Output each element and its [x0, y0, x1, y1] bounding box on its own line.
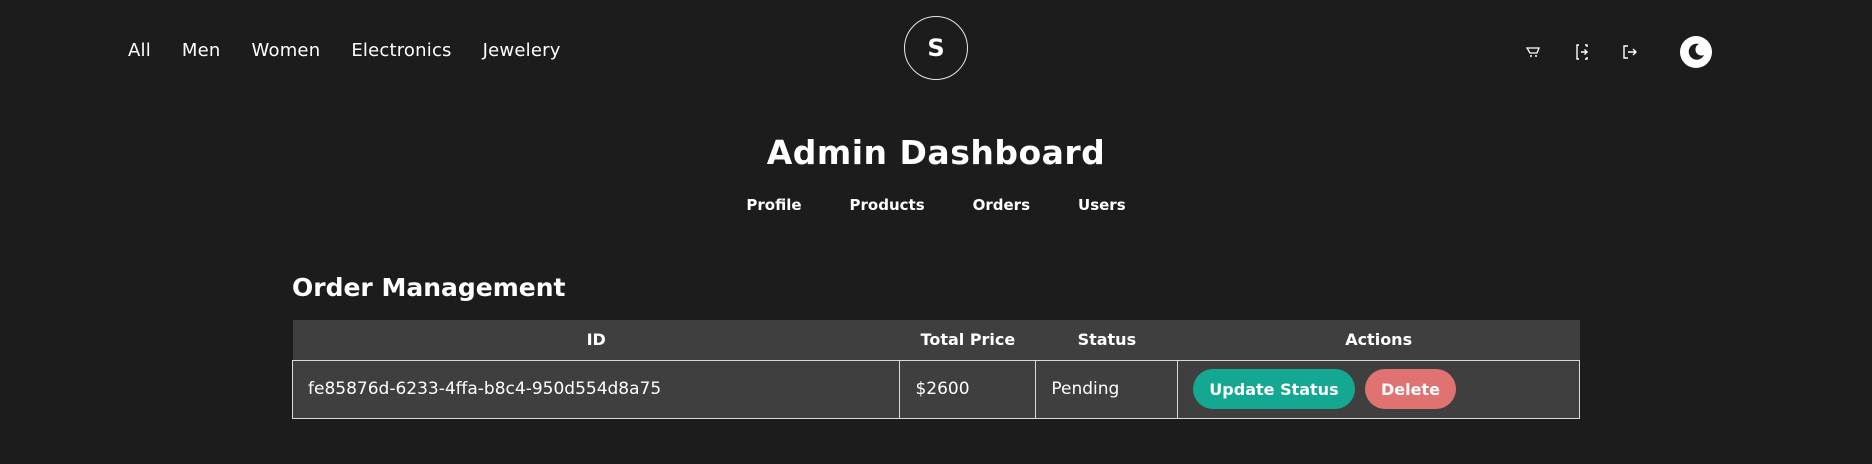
- dashboard-tab-users[interactable]: Users: [1078, 196, 1126, 214]
- category-link-women[interactable]: Women: [252, 40, 321, 61]
- header-actions: [1524, 36, 1712, 68]
- section-title: Order Management: [292, 273, 566, 302]
- category-link-electronics[interactable]: Electronics: [351, 40, 451, 61]
- logout-icon[interactable]: [1620, 42, 1640, 62]
- table-header-row: ID Total Price Status Actions: [292, 320, 1580, 360]
- order-total-price-cell: $2600: [899, 359, 1037, 419]
- column-header-total-price: Total Price: [899, 320, 1036, 360]
- category-link-men[interactable]: Men: [182, 40, 221, 61]
- delete-order-button[interactable]: Delete: [1365, 369, 1456, 409]
- category-link-jewelery[interactable]: Jewelery: [483, 40, 561, 61]
- dashboard-tab-products[interactable]: Products: [850, 196, 925, 214]
- dashboard-tab-orders[interactable]: Orders: [973, 196, 1030, 214]
- top-navigation: All Men Women Electronics Jewelery S: [0, 0, 1872, 110]
- dashboard-nav: Profile Products Orders Users: [0, 196, 1872, 214]
- dashboard-tab-profile[interactable]: Profile: [746, 196, 801, 214]
- cart-icon[interactable]: [1524, 42, 1544, 62]
- update-status-button[interactable]: Update Status: [1193, 369, 1355, 409]
- store-logo[interactable]: S: [904, 16, 968, 80]
- column-header-id: ID: [292, 320, 900, 360]
- column-header-actions: Actions: [1177, 320, 1580, 360]
- login-icon[interactable]: [1572, 42, 1592, 62]
- order-id-cell: fe85876d-6233-4ffa-b8c4-950d554d8a75: [291, 359, 901, 419]
- order-actions-cell: Update Status Delete: [1177, 359, 1580, 419]
- orders-table: ID Total Price Status Actions fe85876d-6…: [291, 320, 1580, 419]
- category-link-all[interactable]: All: [128, 40, 151, 61]
- logo-letter: S: [927, 34, 945, 62]
- order-status-cell: Pending: [1035, 359, 1179, 419]
- column-header-status: Status: [1035, 320, 1178, 360]
- page-title: Admin Dashboard: [766, 133, 1106, 172]
- table-row: fe85876d-6233-4ffa-b8c4-950d554d8a75 $26…: [291, 359, 1580, 419]
- category-nav: All Men Women Electronics Jewelery: [128, 40, 592, 61]
- theme-toggle-icon[interactable]: [1680, 36, 1712, 68]
